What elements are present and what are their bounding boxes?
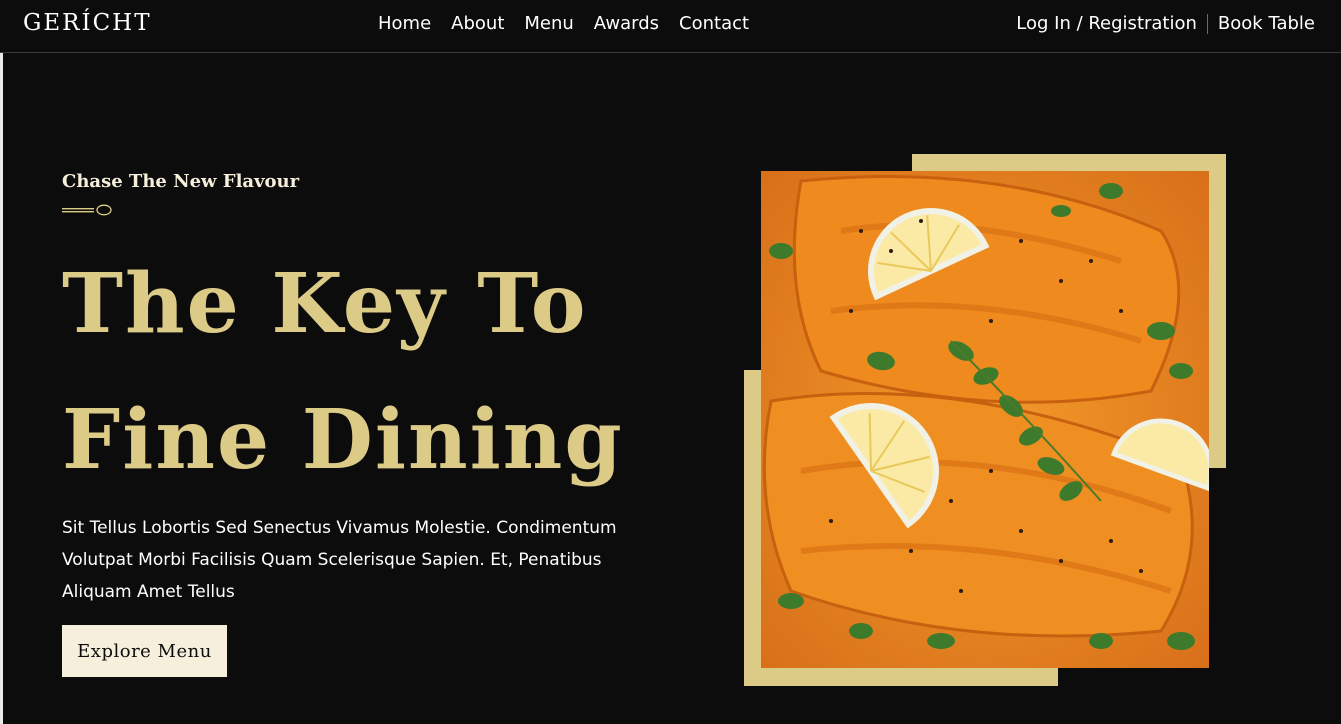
book-table-link[interactable]: Book Table <box>1218 13 1315 34</box>
hero-subtitle: Chase The New Flavour <box>62 171 300 192</box>
logo[interactable]: GERÍCHT <box>23 10 152 36</box>
nav-actions: Log In / Registration Book Table <box>1016 13 1315 34</box>
nav-links: Home About Menu Awards Contact <box>378 13 749 34</box>
nav-link-home[interactable]: Home <box>378 13 431 34</box>
hero-description: Sit Tellus Lobortis Sed Senectus Vivamus… <box>62 518 617 602</box>
hero-food-image <box>761 171 1209 668</box>
hero-title: The Key To Fine Dining <box>62 236 624 508</box>
nav-link-menu[interactable]: Menu <box>524 13 573 34</box>
hero-title-line-2: Fine Dining <box>62 392 624 488</box>
navbar: GERÍCHT Home About Menu Awards Contact L… <box>0 0 1341 53</box>
nav-link-about[interactable]: About <box>451 13 504 34</box>
nav-link-contact[interactable]: Contact <box>679 13 749 34</box>
login-link[interactable]: Log In / Registration <box>1016 13 1197 34</box>
page-edge <box>0 53 3 724</box>
nav-link-awards[interactable]: Awards <box>594 13 659 34</box>
nav-divider <box>1206 13 1208 34</box>
spoon-icon <box>62 204 112 216</box>
hero-title-line-1: The Key To <box>62 256 588 352</box>
explore-menu-button[interactable]: Explore Menu <box>62 625 227 677</box>
